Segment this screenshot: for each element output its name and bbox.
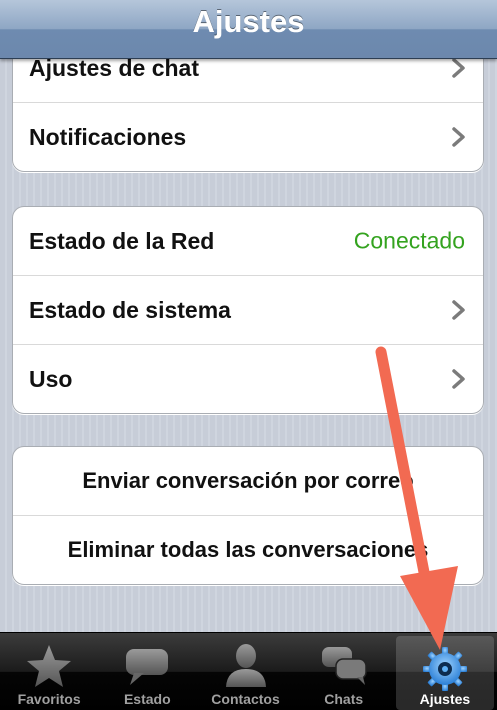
- row-label: Enviar conversación por correo: [82, 468, 414, 493]
- tab-label: Contactos: [211, 691, 280, 707]
- page-title: Ajustes: [192, 4, 305, 39]
- tab-ajustes[interactable]: Ajustes: [395, 636, 495, 710]
- row-label: Estado de la Red: [29, 227, 215, 254]
- chevron-right-icon: [452, 58, 465, 78]
- gear-icon: [422, 647, 467, 691]
- tab-estado[interactable]: Estado: [98, 633, 196, 710]
- tab-label: Favoritos: [17, 691, 81, 707]
- person-icon: [225, 644, 266, 687]
- tab-chats[interactable]: Chats: [295, 633, 393, 710]
- row-label: Estado de sistema: [29, 296, 231, 323]
- chevron-right-icon: [452, 300, 465, 320]
- network-status-value: Conectado: [353, 227, 465, 254]
- tab-label: Ajustes: [419, 691, 471, 707]
- tab-favoritos[interactable]: Favoritos: [0, 633, 98, 710]
- row-label: Notificaciones: [29, 123, 187, 150]
- chevron-right-icon: [452, 369, 465, 389]
- tab-contactos[interactable]: Contactos: [196, 633, 294, 710]
- send-conversation-email-button[interactable]: Enviar conversación por correo: [13, 447, 483, 516]
- tab-label: Chats: [324, 691, 364, 707]
- navigation-bar: Ajustes: [0, 0, 497, 59]
- settings-group-status: Estado de la Red Conectado Estado de sis…: [12, 206, 484, 414]
- row-label: Eliminar todas las conversaciones: [67, 537, 429, 562]
- tab-label: Estado: [123, 691, 171, 707]
- row-estado-de-la-red[interactable]: Estado de la Red Conectado: [13, 207, 483, 276]
- star-icon: [27, 645, 72, 687]
- row-estado-de-sistema[interactable]: Estado de sistema: [13, 276, 483, 345]
- row-uso[interactable]: Uso: [13, 345, 483, 413]
- row-label: Uso: [29, 365, 73, 392]
- chat-bubbles-icon: [321, 647, 367, 685]
- settings-group-actions: Enviar conversación por correo Eliminar …: [12, 446, 484, 585]
- row-notificaciones[interactable]: Notificaciones: [13, 103, 483, 171]
- delete-all-conversations-button[interactable]: Eliminar todas las conversaciones: [13, 516, 483, 584]
- chevron-right-icon: [452, 127, 465, 147]
- speech-bubble-icon: [126, 649, 169, 685]
- tab-bar: Favoritos Estado Contactos Chats Ajustes: [0, 632, 497, 710]
